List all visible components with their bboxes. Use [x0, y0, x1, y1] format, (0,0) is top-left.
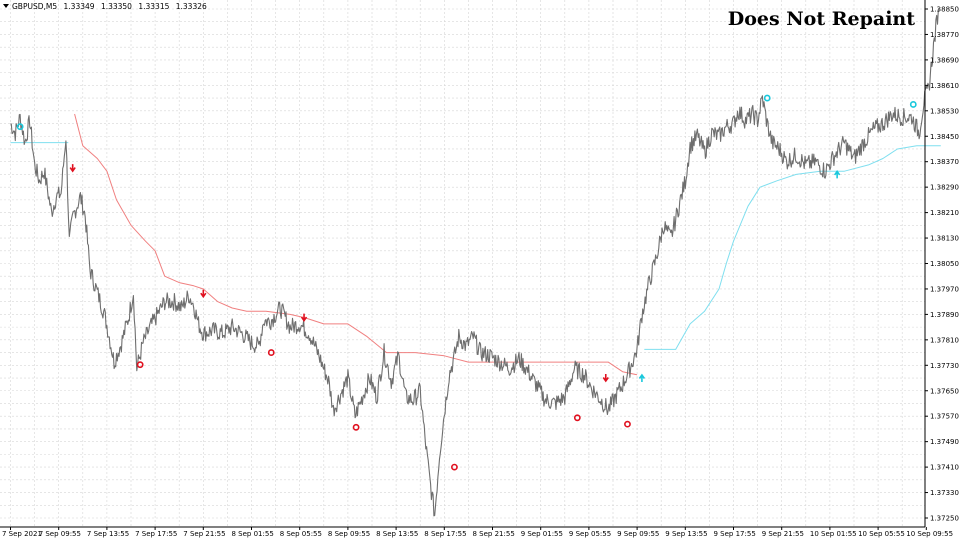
- y-tick-label: 1.37650: [930, 387, 959, 395]
- y-tick-label: 1.38290: [930, 184, 959, 192]
- y-tick-label: 1.38210: [930, 209, 959, 217]
- y-tick-label: 1.37330: [930, 489, 959, 497]
- y-tick-label: 1.38530: [930, 107, 959, 115]
- x-tick-label: 7 Sep 09:55: [39, 530, 81, 538]
- buy-signal-circle-icon: [763, 94, 771, 102]
- y-tick-label: 1.38370: [930, 158, 959, 166]
- x-tick-label: 10 Sep 05:55: [858, 530, 905, 538]
- sell-signal-circle-icon: [267, 349, 275, 356]
- low-value: 1.33315: [138, 2, 169, 11]
- y-tick-label: 1.38770: [930, 31, 959, 39]
- symbol-menu-triangle-icon[interactable]: [3, 4, 9, 8]
- axis-layer: 1.38850 1.38770 1.38690 1.38610 1.38530 1.384…: [0, 0, 959, 538]
- symbol-info: GBPUSD,M5 1.33349 1.33350 1.33315 1.3332…: [12, 2, 207, 11]
- x-tick-label: 8 Sep 09:55: [328, 530, 370, 538]
- sell-signal-arrow-down-icon: [602, 374, 609, 383]
- y-tick-label: 1.37970: [930, 285, 959, 293]
- y-tick-label: 1.38850: [930, 6, 959, 14]
- x-tick-label: 9 Sep 17:55: [714, 530, 756, 538]
- x-tick-label: 8 Sep 05:55: [280, 530, 322, 538]
- x-tick-label: 10 Sep 09:55: [906, 530, 953, 538]
- watermark-text: Does Not Repaint: [728, 8, 915, 30]
- chart-svg[interactable]: 1.38850 1.38770 1.38690 1.38610 1.38530 1.384…: [0, 0, 960, 540]
- y-tick-label: 1.37730: [930, 362, 959, 370]
- series-layer: [10, 8, 941, 517]
- x-tick-label: 8 Sep 13:55: [376, 530, 418, 538]
- buy-signal-circle-icon: [16, 123, 24, 131]
- x-tick-label: 9 Sep 05:55: [569, 530, 611, 538]
- sell-signal-circle-icon: [573, 414, 581, 422]
- x-tick-label: 8 Sep 21:55: [473, 530, 515, 538]
- open-value: 1.33349: [64, 2, 95, 11]
- x-tick-label: 10 Sep 01:55: [810, 530, 857, 538]
- x-tick-label: 9 Sep 13:55: [665, 530, 707, 538]
- y-tick-label: 1.37490: [930, 438, 959, 446]
- sell-signal-circle-icon: [624, 420, 631, 428]
- sell-signal-circle-icon: [136, 361, 144, 369]
- symbol-name: GBPUSD,M5: [12, 2, 57, 11]
- sell-signal-arrow-down-icon: [69, 164, 76, 173]
- y-tick-label: 1.37570: [930, 413, 959, 421]
- high-value: 1.33350: [101, 2, 132, 11]
- chart-header: GBPUSD,M5 1.33349 1.33350 1.33315 1.3332…: [3, 2, 916, 30]
- sell-signal-circle-icon: [352, 423, 360, 431]
- x-tick-label: 8 Sep 17:55: [424, 530, 466, 538]
- buy-signal-circle-icon: [909, 101, 917, 108]
- y-tick-label: 1.38690: [930, 56, 959, 64]
- x-tick-label: 9 Sep 21:55: [762, 530, 804, 538]
- x-tick-label: 7 Sep 17:55: [135, 530, 177, 538]
- price-line: [10, 8, 939, 517]
- grid-layer: [0, 0, 925, 527]
- y-tick-label: 1.38610: [930, 82, 959, 90]
- x-tick-label: 7 Sep 2021: [2, 530, 42, 538]
- buy-signal-arrow-up-icon: [638, 373, 646, 383]
- x-tick-label: 9 Sep 09:55: [617, 530, 659, 538]
- x-tick-label: 7 Sep 13:55: [87, 530, 129, 538]
- price-chart[interactable]: 1.38850 1.38770 1.38690 1.38610 1.38530 1.384…: [0, 0, 960, 540]
- x-tick-label: 7 Sep 21:55: [183, 530, 225, 538]
- y-tick-label: 1.38130: [930, 235, 959, 243]
- resistance-line: [74, 113, 638, 376]
- close-value: 1.33326: [176, 2, 207, 11]
- sell-signal-circle-icon: [451, 463, 458, 471]
- buy-signal-arrow-up-icon: [833, 170, 841, 179]
- y-tick-label: 1.37250: [930, 515, 959, 523]
- y-tick-label: 1.38050: [930, 260, 959, 268]
- x-tick-label: 8 Sep 01:55: [232, 530, 274, 538]
- y-tick-label: 1.37410: [930, 464, 959, 472]
- support-line-segment: [644, 145, 941, 350]
- y-tick-label: 1.37890: [930, 311, 959, 319]
- x-tick-label: 9 Sep 01:55: [521, 530, 563, 538]
- y-tick-label: 1.38450: [930, 133, 959, 141]
- y-tick-label: 1.37810: [930, 336, 959, 344]
